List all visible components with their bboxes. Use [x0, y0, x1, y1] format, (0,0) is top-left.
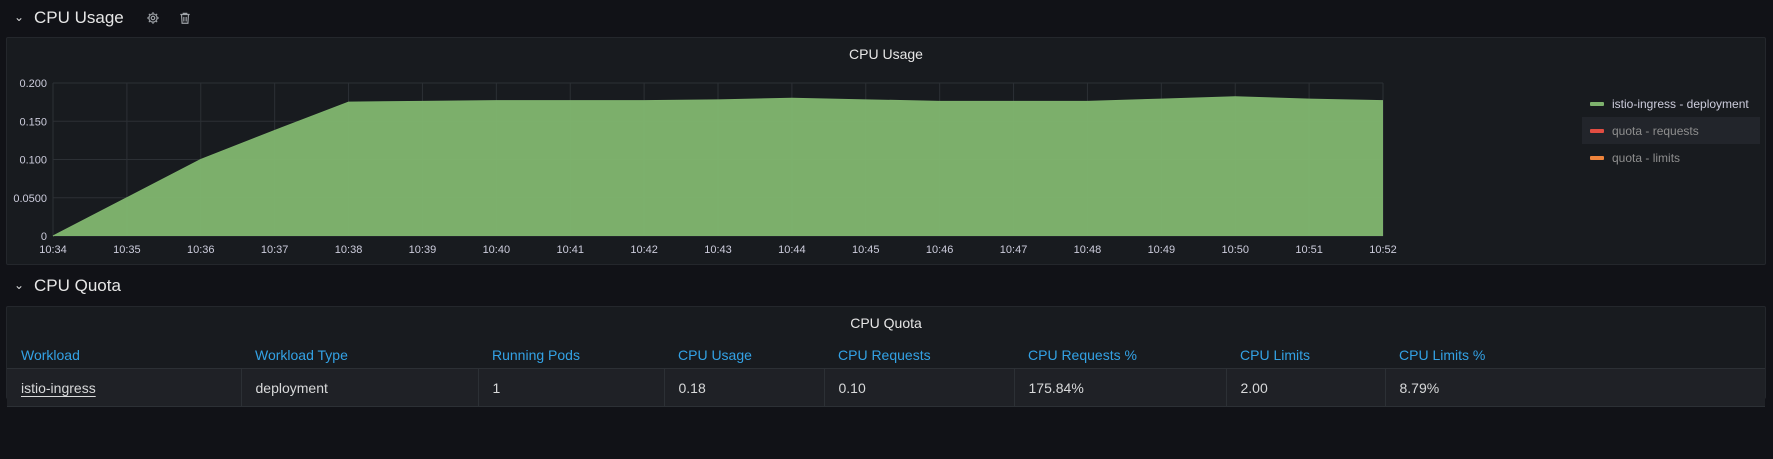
x-tick-label: 10:51 [1295, 244, 1323, 256]
x-tick-label: 10:41 [556, 244, 584, 256]
quota-table: Workload Workload Type Running Pods CPU … [7, 342, 1765, 407]
x-tick-label: 10:35 [113, 244, 141, 256]
y-tick-label: 0.0500 [13, 193, 47, 205]
table-cell: 8.79% [1385, 368, 1765, 407]
row-header-cpu-quota[interactable]: ⌄ CPU Quota [14, 272, 121, 300]
table-cell: 2.00 [1226, 368, 1386, 407]
x-tick-label: 10:44 [778, 244, 806, 256]
chevron-down-icon[interactable]: ⌄ [14, 10, 24, 24]
column-header[interactable]: CPU Limits % [1385, 342, 1765, 369]
y-tick-label: 0 [41, 231, 47, 243]
table-cell: 1 [478, 368, 665, 407]
legend-item-deployment[interactable]: istio-ingress - deployment [1582, 90, 1760, 117]
legend-item-limits[interactable]: quota - limits [1582, 144, 1760, 171]
legend-label: quota - requests [1612, 123, 1699, 138]
x-tick-label: 10:40 [483, 244, 511, 256]
legend: istio-ingress - deployment quota - reque… [1582, 90, 1760, 171]
x-tick-label: 10:43 [704, 244, 732, 256]
row-title[interactable]: CPU Quota [34, 276, 121, 296]
chevron-down-icon[interactable]: ⌄ [14, 278, 24, 292]
legend-label: istio-ingress - deployment [1612, 96, 1749, 111]
x-tick-label: 10:37 [261, 244, 289, 256]
legend-item-requests[interactable]: quota - requests [1582, 117, 1760, 144]
y-tick-label: 0.100 [19, 155, 47, 167]
x-tick-label: 10:38 [335, 244, 363, 256]
row-title[interactable]: CPU Usage [34, 8, 124, 28]
table-cell: 0.10 [824, 368, 1015, 407]
x-tick-label: 10:46 [926, 244, 954, 256]
cpu-usage-panel: CPU Usage 0 0.0500 0.100 0.150 0.200 10:34 10:… [6, 37, 1766, 265]
x-tick-label: 10:45 [852, 244, 880, 256]
x-tick-label: 10:52 [1369, 244, 1397, 256]
column-header[interactable]: CPU Requests % [1014, 342, 1226, 369]
gear-icon[interactable] [142, 7, 164, 29]
table-header-row: Workload Workload Type Running Pods CPU … [7, 342, 1765, 369]
y-tick-label: 0.150 [19, 116, 47, 128]
legend-swatch [1590, 155, 1604, 160]
x-tick-label: 10:36 [187, 244, 215, 256]
workload-link[interactable]: istio-ingress [21, 380, 96, 396]
row-header-cpu-usage[interactable]: ⌄ CPU Usage [14, 4, 196, 32]
x-tick-label: 10:42 [630, 244, 658, 256]
x-tick-label: 10:50 [1221, 244, 1249, 256]
column-header[interactable]: Running Pods [478, 342, 664, 369]
table-cell: 0.18 [664, 368, 825, 407]
table-row: istio-ingress deployment 1 0.18 0.10 175… [7, 368, 1765, 407]
column-header[interactable]: Workload [7, 342, 241, 369]
legend-swatch [1590, 101, 1604, 106]
series-area [53, 96, 1383, 236]
cpu-quota-panel: CPU Quota Workload Workload Type Running… [6, 306, 1766, 407]
column-header[interactable]: CPU Usage [664, 342, 824, 369]
x-tick-label: 10:48 [1074, 244, 1102, 256]
table-cell: deployment [241, 368, 479, 407]
x-tick-label: 10:34 [39, 244, 67, 256]
panel-title: CPU Quota [850, 315, 922, 331]
trash-icon[interactable] [174, 7, 196, 29]
y-tick-label: 0.200 [19, 78, 47, 90]
x-tick-label: 10:47 [1000, 244, 1028, 256]
column-header[interactable]: CPU Limits [1226, 342, 1385, 369]
legend-label: quota - limits [1612, 150, 1681, 165]
table-cell: istio-ingress [7, 368, 242, 407]
column-header[interactable]: CPU Requests [824, 342, 1014, 369]
table-cell: 175.84% [1014, 368, 1227, 407]
x-tick-label: 10:49 [1148, 244, 1176, 256]
column-header[interactable]: Workload Type [241, 342, 478, 369]
cpu-usage-chart: 0 0.0500 0.100 0.150 0.200 10:34 10:35 10:36 10:… [13, 78, 1397, 256]
legend-swatch [1590, 128, 1604, 133]
x-tick-label: 10:39 [409, 244, 437, 256]
